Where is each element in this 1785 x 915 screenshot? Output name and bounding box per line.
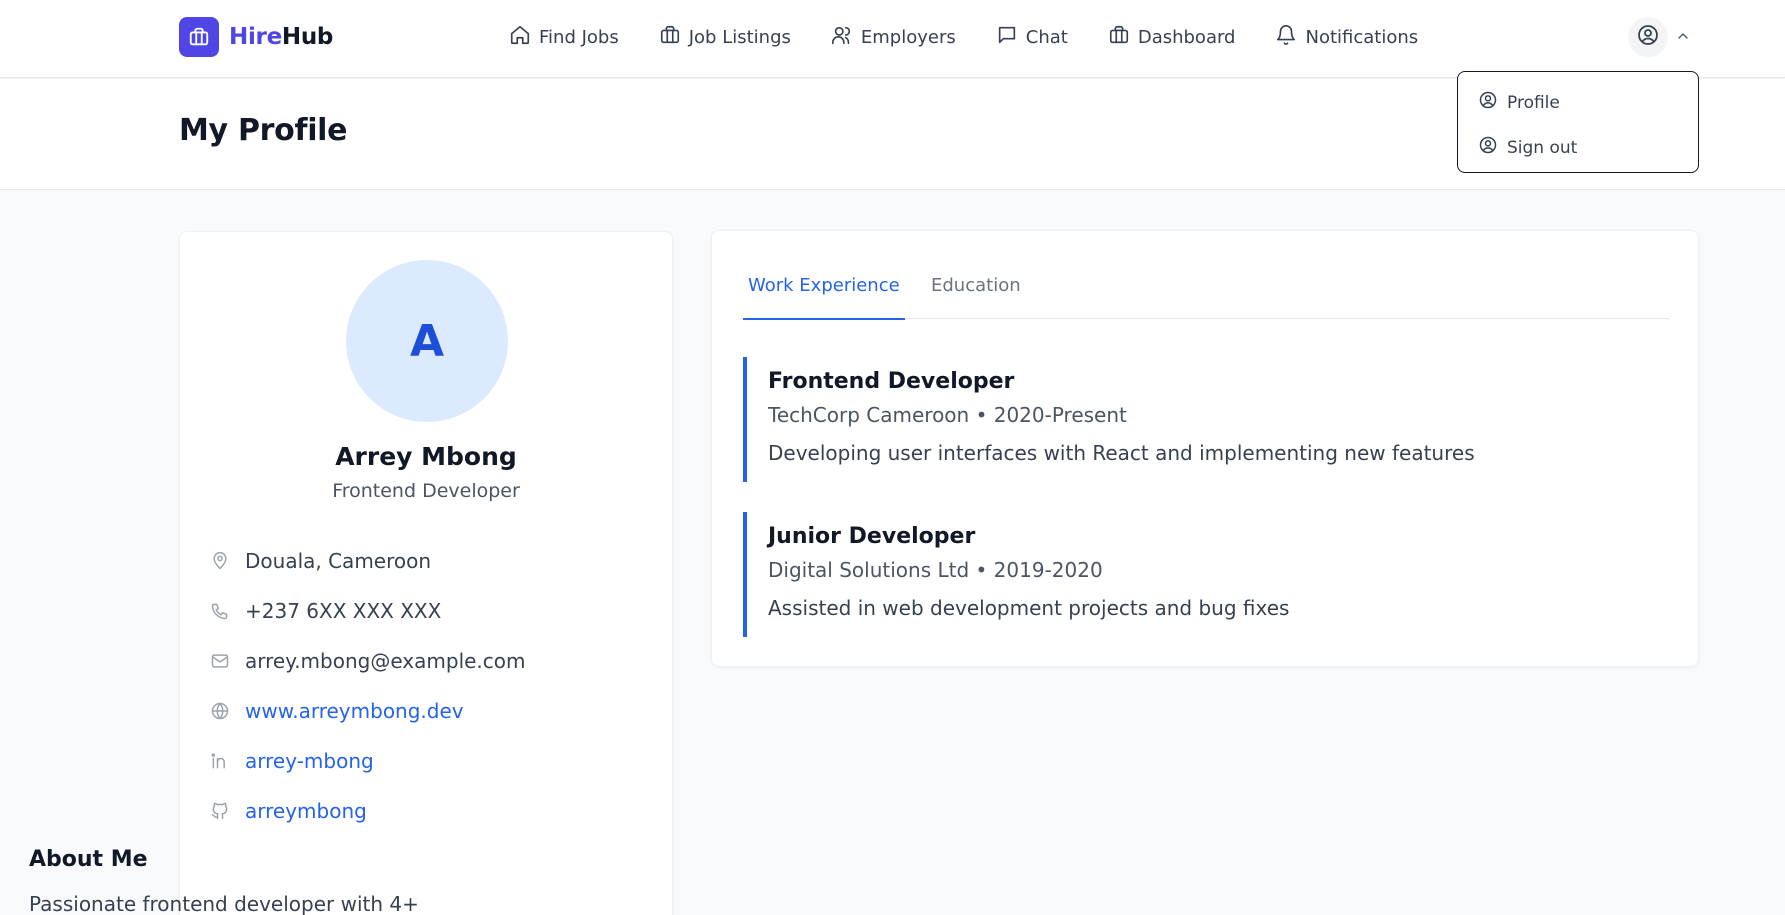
users-icon — [831, 24, 853, 51]
page-title: My Profile — [179, 113, 348, 148]
mail-icon — [209, 651, 231, 671]
menu-item-sign-out[interactable]: Sign out — [1458, 125, 1698, 170]
contact-location: Douala, Cameroon — [209, 536, 526, 586]
github-icon — [209, 801, 231, 821]
contact-github: arreymbong — [209, 786, 526, 836]
tab-work-experience[interactable]: Work Experience — [743, 271, 905, 320]
experience-title: Junior Developer — [768, 524, 976, 549]
brand-name-part2: Hub — [281, 24, 334, 50]
nav-label: Employers — [860, 26, 956, 48]
profile-name: Arrey Mbong — [335, 442, 517, 471]
about-me-heading: About Me — [29, 847, 148, 872]
bell-icon — [1275, 24, 1297, 51]
user-circle-icon — [1636, 23, 1660, 51]
nav-notifications[interactable]: Notifications — [1275, 22, 1418, 52]
avatar: A — [346, 260, 508, 422]
experience-item: Frontend Developer TechCorp Cameroon • 2… — [743, 357, 1643, 482]
brand-logo[interactable]: HireHub — [179, 17, 333, 57]
main-nav: Find Jobs Job Listings Employers Chat Da… — [509, 22, 1458, 52]
menu-item-label: Sign out — [1507, 137, 1578, 158]
email-text: arrey.mbong@example.com — [245, 649, 526, 673]
nav-chat[interactable]: Chat — [996, 22, 1068, 52]
menu-item-profile[interactable]: Profile — [1458, 80, 1698, 125]
nav-label: Find Jobs — [539, 26, 619, 48]
contact-phone: +237 6XX XXX XXX — [209, 586, 526, 636]
home-icon — [509, 24, 531, 51]
profile-tabs: Work Experience Education — [743, 271, 1669, 320]
profile-card: A Arrey Mbong Frontend Developer Douala,… — [179, 231, 673, 915]
linkedin-icon — [209, 751, 231, 771]
github-link[interactable]: arreymbong — [245, 799, 367, 823]
user-dropdown-menu: Profile Sign out — [1457, 71, 1699, 173]
phone-text: +237 6XX XXX XXX — [245, 599, 442, 623]
nav-label: Chat — [1025, 26, 1068, 48]
user-circle-icon — [1478, 90, 1498, 115]
nav-dashboard[interactable]: Dashboard — [1108, 22, 1236, 52]
top-navbar: HireHub Find Jobs Job Listings Employers… — [0, 0, 1785, 78]
profile-role: Frontend Developer — [332, 480, 520, 502]
chat-icon — [996, 24, 1018, 51]
user-menu-button[interactable] — [1628, 17, 1668, 57]
nav-label: Dashboard — [1137, 26, 1236, 48]
experience-description: Assisted in web development projects and… — [768, 596, 1290, 620]
briefcase-logo-icon — [179, 17, 219, 57]
about-me-text: Passionate frontend developer with 4+ — [29, 892, 419, 915]
contact-email: arrey.mbong@example.com — [209, 636, 526, 686]
website-link[interactable]: www.arreymbong.dev — [245, 699, 464, 723]
briefcase-icon — [1108, 24, 1130, 51]
experience-description: Developing user interfaces with React an… — [768, 441, 1475, 465]
experience-item: Junior Developer Digital Solutions Ltd •… — [743, 512, 1643, 637]
experience-company: Digital Solutions Ltd • 2019-2020 — [768, 558, 1103, 582]
menu-item-label: Profile — [1507, 92, 1560, 113]
contact-linkedin: arrey-mbong — [209, 736, 526, 786]
briefcase-icon — [659, 24, 681, 51]
phone-icon — [209, 601, 231, 621]
tab-education[interactable]: Education — [926, 271, 1026, 319]
nav-label: Notifications — [1305, 26, 1419, 48]
nav-job-listings[interactable]: Job Listings — [659, 22, 791, 52]
brand-name: HireHub — [229, 24, 333, 50]
contact-website: www.arreymbong.dev — [209, 686, 526, 736]
experience-title: Frontend Developer — [768, 369, 1015, 394]
chevron-up-icon[interactable] — [1673, 26, 1693, 46]
experience-company: TechCorp Cameroon • 2020-Present — [768, 403, 1127, 427]
nav-find-jobs[interactable]: Find Jobs — [509, 22, 619, 52]
location-text: Douala, Cameroon — [245, 549, 432, 573]
nav-employers[interactable]: Employers — [831, 22, 956, 52]
user-circle-icon — [1478, 135, 1498, 160]
brand-name-part1: Hire — [229, 24, 282, 50]
contact-list: Douala, Cameroon +237 6XX XXX XXX arrey.… — [209, 536, 526, 836]
experience-card: Work Experience Education Frontend Devel… — [711, 230, 1699, 667]
nav-label: Job Listings — [688, 26, 791, 48]
linkedin-link[interactable]: arrey-mbong — [245, 749, 374, 773]
globe-icon — [209, 701, 231, 721]
map-pin-icon — [209, 551, 231, 571]
